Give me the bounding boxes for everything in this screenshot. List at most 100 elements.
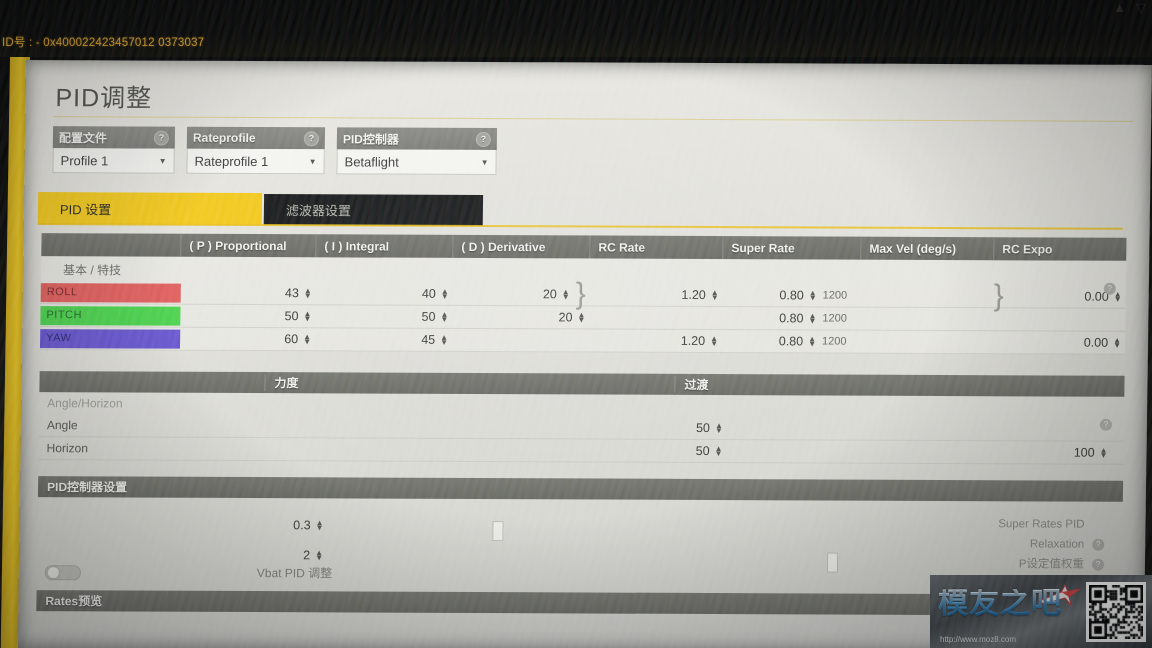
value-maxvel-pitch: 1200 [822, 312, 847, 325]
value-p-yaw: 60 [284, 332, 299, 347]
value-rcrate-yaw: 1.20 [680, 333, 706, 348]
slider-handle-1[interactable] [492, 521, 504, 542]
profile-selector-header: 配置文件 ? [52, 126, 176, 149]
input-superrate-pitch[interactable]: 0.80 ▲ ▼ 1200 [722, 311, 860, 326]
value-pid-setting-1: 0.3 [293, 518, 311, 533]
stepper-icon[interactable]: ▲ ▼ [1100, 446, 1108, 460]
stepper-icon[interactable]: ▲ ▼ [1114, 290, 1122, 304]
axis-cell-roll: ROLL [40, 282, 181, 303]
input-angle-transition[interactable] [727, 428, 1112, 430]
horizon-row-label: Horizon [46, 441, 89, 456]
input-horizon-transition[interactable]: 100 ▲ ▼ [726, 444, 1111, 460]
spacer-cell [860, 342, 993, 343]
tab-bar: PID 设置 滤波器设置 [37, 192, 484, 227]
value-maxvel-roll: 1200 [822, 289, 848, 302]
pid-controller-dropdown-value: Betaflight [344, 153, 399, 170]
input-superrate-yaw[interactable]: 0.80 ▲ ▼ 1200 [722, 334, 860, 349]
stepper-icon[interactable]: ▲ ▼ [711, 288, 719, 302]
input-d-yaw[interactable] [452, 340, 589, 341]
stepper-icon[interactable]: ▲ ▼ [710, 334, 718, 348]
input-i-yaw[interactable]: 45 ▲ ▼ [315, 332, 452, 347]
input-rcexpo-pitch[interactable] [993, 319, 1125, 320]
help-icon[interactable]: ? [1092, 538, 1105, 551]
device-id-line: ID号 : - 0x400022423457012 0373037 [2, 34, 204, 50]
input-p-pitch[interactable]: 50 ▲ ▼ [180, 309, 315, 324]
input-rcrate-pitch[interactable] [589, 317, 722, 318]
input-horizon-strength[interactable]: 50 ▲ ▼ [606, 444, 726, 459]
note-super-rates-pid: Super Rates PID [998, 518, 1085, 531]
stepper-icon[interactable]: ▲ ▼ [577, 310, 585, 324]
input-p-roll[interactable]: 43 ▲ ▼ [181, 286, 316, 301]
input-pid-setting-2[interactable]: 2 ▲ ▼ [187, 548, 327, 563]
os-top-bar: ▲ ▽ ID号 : - 0x400022423457012 0373037 [0, 0, 1152, 57]
stepper-icon[interactable]: ▲ ▼ [440, 333, 448, 347]
stepper-icon[interactable]: ▲ ▼ [440, 310, 448, 324]
rateprofile-dropdown-value: Rateprofile 1 [194, 153, 269, 169]
input-rcrate-yaw[interactable]: 1.20 ▲ ▼ [589, 333, 722, 348]
angle-col-blank [40, 382, 265, 383]
input-angle-strength[interactable]: 50 ▲ ▼ [607, 421, 727, 436]
value-superrate-pitch: 0.80 [779, 311, 804, 326]
stepper-icon[interactable]: ▲ ▼ [808, 311, 816, 325]
stepper-icon[interactable]: ▲ ▼ [315, 548, 323, 562]
value-horizon-transition: 100 [1073, 445, 1095, 460]
pid-table-header-row: ( P ) Proportional ( I ) Integral ( D ) … [41, 233, 1127, 261]
stepper-icon[interactable]: ▲ ▼ [809, 288, 817, 302]
help-icon[interactable]: ? [303, 130, 320, 146]
pid-controller-selector-label: PID控制器 [342, 131, 400, 147]
stepper-icon[interactable]: ▲ ▼ [315, 518, 323, 532]
input-rcexpo-yaw[interactable]: 0.00 ▲ ▼ [993, 335, 1125, 350]
help-icon[interactable]: ? [475, 131, 492, 147]
warning-icon: ▲ [1113, 0, 1126, 15]
input-i-pitch[interactable]: 50 ▲ ▼ [315, 309, 452, 324]
stepper-icon[interactable]: ▲ ▼ [303, 332, 311, 346]
stepper-icon[interactable]: ▲ ▼ [1113, 336, 1121, 350]
table-row: YAW 60 ▲ ▼ 45 ▲ ▼ 1.20 ▲ ▼ 0.80 ▲ ▼ 1200 0.00 ▲ ▼ [39, 327, 1126, 355]
stepper-icon[interactable]: ▲ ▼ [715, 444, 723, 458]
rateprofile-selector-label: Rateprofile [192, 130, 256, 146]
stepper-icon[interactable]: ▲ ▼ [562, 287, 570, 301]
input-rcrate-roll[interactable]: 1.20 ▲ ▼ [590, 287, 723, 302]
watermark: 模友之吧 http://www.moz8.com [930, 575, 1152, 648]
tab-pid-settings-label: PID 设置 [59, 201, 112, 217]
pid-col-axis [41, 233, 182, 257]
value-i-roll: 40 [421, 286, 436, 301]
help-icon[interactable]: ? [1091, 558, 1105, 571]
vbat-pid-toggle[interactable] [44, 565, 81, 581]
value-i-pitch: 50 [421, 309, 436, 324]
input-pid-setting-1[interactable]: 0.3 ▲ ▼ [187, 518, 327, 533]
rateprofile-dropdown[interactable]: Rateprofile 1 ▼ [186, 148, 325, 175]
angle-col-transition: 过渡 [674, 375, 1125, 395]
input-d-pitch[interactable]: 20 ▲ ▼ [452, 310, 589, 325]
stepper-icon[interactable]: ▲ ▼ [715, 421, 723, 435]
pid-controller-dropdown[interactable]: Betaflight ▼ [336, 149, 497, 176]
value-angle-strength: 50 [695, 420, 711, 436]
device-id-label: ID号 [2, 37, 26, 49]
pid-col-rcrate: RC Rate [590, 235, 724, 260]
help-icon[interactable]: ? [1103, 282, 1116, 295]
spacer-cell [861, 296, 994, 297]
link-brace-icon: } [993, 279, 1004, 313]
angle-col-strength: 力度 [264, 374, 675, 393]
input-d-roll[interactable]: 20 ▲ ▼} [453, 277, 590, 310]
value-rcexpo-yaw: 0.00 [1083, 335, 1109, 350]
help-icon[interactable]: ? [153, 130, 170, 146]
tab-pid-settings[interactable]: PID 设置 [37, 192, 263, 226]
stepper-icon[interactable]: ▲ ▼ [441, 287, 449, 301]
rateprofile-selector: Rateprofile ? Rateprofile 1 ▼ [186, 126, 326, 175]
stepper-icon[interactable]: ▲ ▼ [304, 286, 312, 300]
stepper-icon[interactable]: ▲ ▼ [303, 309, 311, 323]
toggle-knob [46, 566, 60, 580]
value-p-pitch: 50 [284, 309, 299, 324]
note-relaxation: Relaxation [1029, 538, 1085, 551]
input-i-roll[interactable]: 40 ▲ ▼ [316, 286, 453, 301]
input-p-yaw[interactable]: 60 ▲ ▼ [180, 332, 315, 347]
chevron-down-icon: ▼ [308, 156, 317, 166]
tab-filter-settings[interactable]: 滤波器设置 [263, 194, 484, 227]
stepper-icon[interactable]: ▲ ▼ [808, 334, 816, 348]
profile-selector: 配置文件 ? Profile 1 ▼ [52, 126, 176, 174]
tab-filter-settings-label: 滤波器设置 [285, 203, 352, 219]
slider-handle-2[interactable] [826, 552, 839, 573]
input-superrate-roll[interactable]: 0.80 ▲ ▼ 1200 [723, 288, 861, 303]
profile-dropdown[interactable]: Profile 1 ▼ [52, 148, 175, 174]
